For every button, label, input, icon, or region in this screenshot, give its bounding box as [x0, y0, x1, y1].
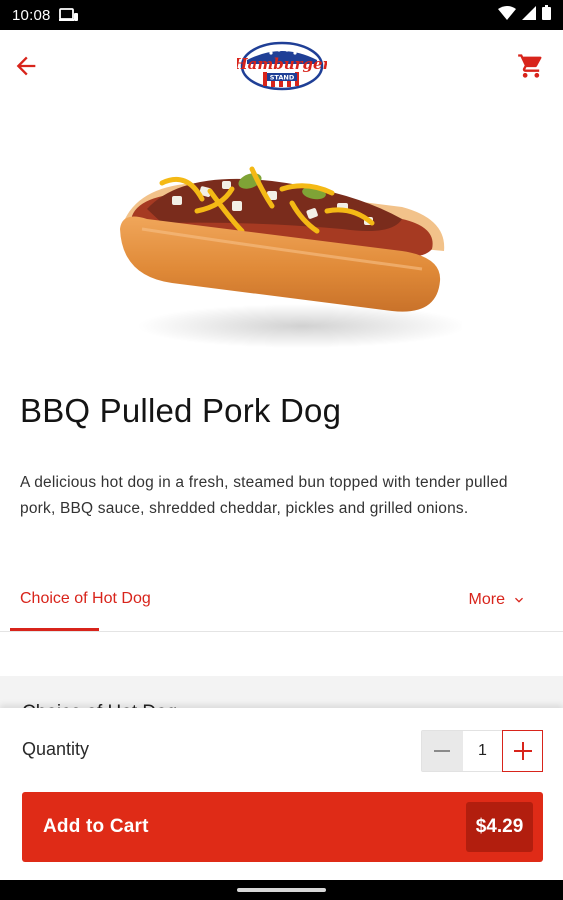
product-description: A delicious hot dog in a fresh, steamed … [20, 474, 508, 517]
minus-icon [434, 750, 451, 752]
svg-text:Hamburger: Hamburger [237, 55, 327, 73]
more-tabs-button[interactable]: More [469, 586, 527, 614]
hamburger-stand-logo: Hamburger STAND [236, 39, 328, 93]
price-badge: $4.29 [466, 802, 533, 852]
plus-icon [513, 742, 532, 760]
quantity-stepper: 1 [421, 730, 543, 772]
decrease-quantity-button[interactable] [422, 731, 463, 771]
svg-text:STAND: STAND [269, 74, 294, 82]
status-time: 10:08 [12, 6, 51, 24]
wifi-icon [498, 5, 516, 25]
app-header: Hamburger STAND [0, 30, 563, 102]
active-tab-indicator [10, 628, 99, 631]
product-image [0, 102, 563, 370]
quantity-value: 1 [462, 731, 503, 771]
quantity-label: Quantity [22, 739, 90, 759]
notification-icon [58, 8, 79, 22]
hot-dog-image [119, 166, 462, 348]
back-button[interactable] [10, 50, 42, 82]
cart-panel: Quantity 1 Add to Cart $4.29 [0, 708, 563, 880]
cart-button[interactable] [515, 50, 547, 82]
add-to-cart-label: Add to Cart [43, 816, 149, 837]
add-to-cart-button[interactable]: Add to Cart $4.29 [22, 792, 543, 862]
shopping-cart-icon [518, 54, 542, 78]
tab-choice-of-hot-dog-label[interactable]: Choice of Hot Dog [20, 590, 151, 608]
increase-quantity-button[interactable] [502, 730, 543, 772]
battery-icon [542, 5, 551, 25]
signal-icon [522, 5, 536, 25]
more-tabs-label: More [468, 591, 505, 608]
navigation-bar [0, 880, 563, 900]
status-bar: 10:08 [0, 0, 563, 30]
product-title: BBQ Pulled Pork Dog [20, 392, 342, 429]
home-indicator[interactable] [237, 888, 326, 892]
chevron-down-icon [515, 597, 523, 603]
arrow-left-icon [16, 56, 36, 76]
modifier-tabs: Choice of Hot Dog More [0, 576, 563, 632]
